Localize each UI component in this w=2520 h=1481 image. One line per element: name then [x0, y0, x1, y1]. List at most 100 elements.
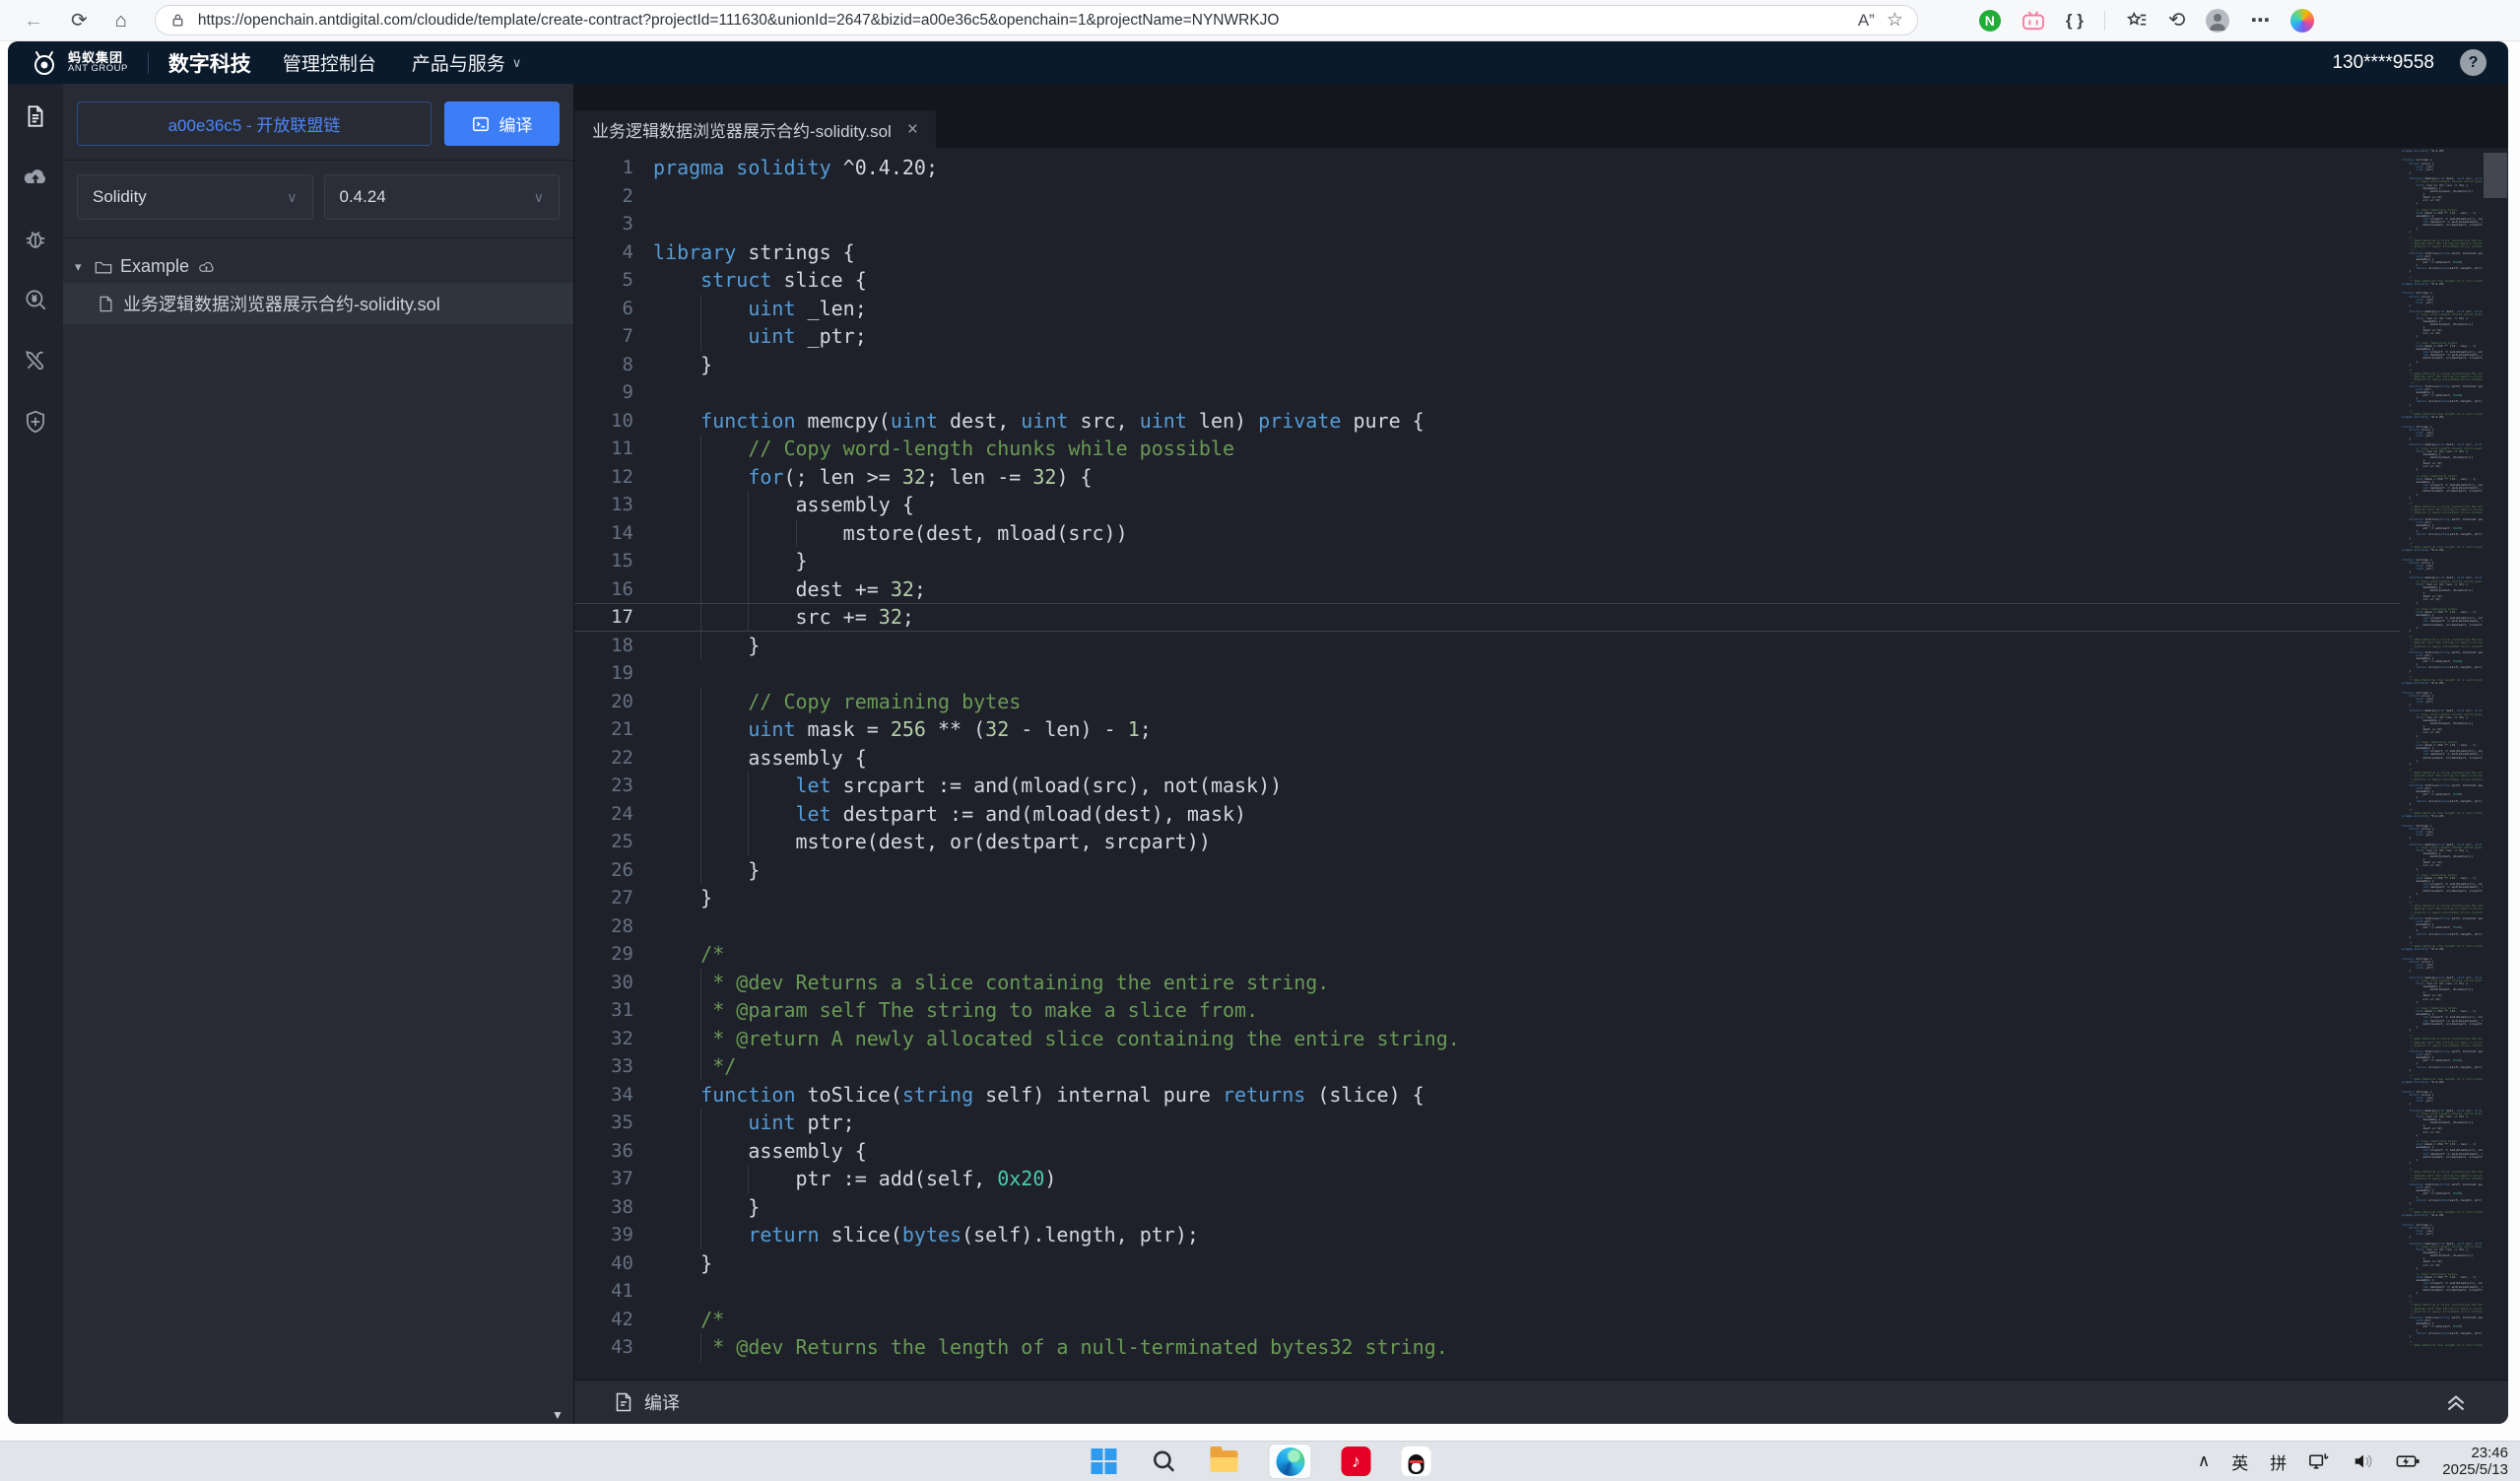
file-explorer-icon[interactable] — [1209, 1446, 1240, 1477]
code-line[interactable]: 12 for(; len >= 32; len -= 32) { — [574, 463, 2400, 492]
code-line[interactable]: 9 — [574, 378, 2400, 407]
code-line[interactable]: 13 assembly { — [574, 491, 2400, 519]
url-text[interactable]: https://openchain.antdigital.com/cloudid… — [198, 12, 1846, 30]
more-menu-icon[interactable]: ⋯ — [2250, 11, 2270, 31]
code-line[interactable]: 6 uint _len; — [574, 295, 2400, 323]
code-line[interactable]: 5 struct slice { — [574, 266, 2400, 295]
code-line[interactable]: 14 mstore(dest, mload(src)) — [574, 519, 2400, 548]
copilot-icon[interactable] — [2290, 9, 2314, 33]
refresh-icon[interactable]: ⟳ — [71, 11, 88, 31]
address-bar[interactable]: https://openchain.antdigital.com/cloudid… — [155, 5, 1918, 35]
code-line[interactable]: 24 let destpart := and(mload(dest), mask… — [574, 800, 2400, 829]
bilibili-extension-icon[interactable] — [2022, 11, 2045, 31]
files-icon[interactable] — [23, 103, 48, 129]
code-line[interactable]: 42 /* — [574, 1306, 2400, 1334]
battery-icon[interactable] — [2396, 1452, 2421, 1470]
code-line[interactable]: 1pragma solidity ^0.4.20; — [574, 154, 2400, 182]
tools-icon[interactable] — [23, 348, 48, 373]
qq-icon[interactable] — [1401, 1446, 1432, 1477]
code-line[interactable]: 23 let srcpart := and(mload(src), not(ma… — [574, 772, 2400, 800]
menu-products[interactable]: 产品与服务 ∨ — [412, 49, 522, 76]
code-line[interactable]: 28 — [574, 912, 2400, 941]
edge-browser-icon[interactable] — [1269, 1444, 1312, 1479]
tray-chevron-icon[interactable]: ∧ — [2198, 1451, 2210, 1471]
extension-n-icon[interactable]: N — [1979, 10, 2001, 32]
cloud-upload-small-icon[interactable] — [197, 259, 216, 274]
back-icon[interactable]: ← — [24, 11, 43, 31]
language-select[interactable]: Solidity ∨ — [77, 174, 313, 220]
code-line[interactable]: 32 * @return A newly allocated slice con… — [574, 1025, 2400, 1053]
code-line[interactable]: 18 } — [574, 632, 2400, 660]
profile-avatar[interactable] — [2206, 9, 2229, 33]
search-icon[interactable] — [1149, 1446, 1180, 1477]
clock[interactable]: 23:46 2025/5/13 — [2442, 1445, 2508, 1478]
scan-bug-icon[interactable] — [23, 287, 48, 312]
editor-scrollbar[interactable] — [2483, 148, 2508, 1380]
tray-date: 2025/5/13 — [2442, 1461, 2508, 1478]
code-editor[interactable]: 1pragma solidity ^0.4.20;234library stri… — [574, 148, 2508, 1380]
ime-mode[interactable]: 拼 — [2270, 1449, 2287, 1474]
code-line[interactable]: 34 function toSlice(string self) interna… — [574, 1081, 2400, 1110]
code-line[interactable]: 43 * @dev Returns the length of a null-t… — [574, 1333, 2400, 1362]
user-phone[interactable]: 130****9558 — [2332, 52, 2434, 74]
menu-console[interactable]: 管理控制台 — [283, 49, 376, 76]
ime-language[interactable]: 英 — [2231, 1449, 2248, 1474]
history-icon[interactable]: ⟲ — [2168, 10, 2186, 31]
code-line[interactable]: 15 } — [574, 547, 2400, 575]
terminal-icon — [472, 115, 490, 133]
close-icon[interactable]: × — [907, 120, 918, 139]
tree-file-contract[interactable]: 业务逻辑数据浏览器展示合约-solidity.sol — [63, 283, 573, 324]
scrollbar-thumb[interactable] — [2484, 153, 2507, 198]
code-line[interactable]: 30 * @dev Returns a slice containing the… — [574, 969, 2400, 997]
tree-folder-example[interactable]: ▾ Example — [63, 250, 573, 283]
expand-panel-icon[interactable] — [2443, 1391, 2469, 1413]
code-line[interactable]: 37 ptr := add(self, 0x20) — [574, 1165, 2400, 1193]
code-line[interactable]: 7 uint _ptr; — [574, 322, 2400, 351]
minimap[interactable]: pragma solidity ^0.4.20;library strings … — [2402, 150, 2483, 1380]
code-line[interactable]: 4library strings { — [574, 238, 2400, 267]
help-icon[interactable]: ? — [2460, 49, 2487, 76]
code-line[interactable]: 25 mstore(dest, or(destpart, srcpart)) — [574, 828, 2400, 856]
code-line[interactable]: 8 } — [574, 351, 2400, 379]
code-line[interactable]: 16 dest += 32; — [574, 575, 2400, 604]
code-line[interactable]: 33 */ — [574, 1052, 2400, 1081]
version-select[interactable]: 0.4.24 ∨ — [324, 174, 561, 220]
code-line[interactable]: 22 assembly { — [574, 744, 2400, 773]
code-line[interactable]: 36 assembly { — [574, 1137, 2400, 1166]
code-line[interactable]: 31 * @param self The string to make a sl… — [574, 996, 2400, 1025]
windows-taskbar: ♪ ∧ 英 拼 23:46 2025/5/13 — [0, 1441, 2520, 1481]
code-line[interactable]: 19 — [574, 659, 2400, 688]
netease-music-icon[interactable]: ♪ — [1341, 1446, 1372, 1477]
code-line[interactable]: 10 function memcpy(uint dest, uint src, … — [574, 407, 2400, 436]
editor-tab[interactable]: 业务逻辑数据浏览器展示合约-solidity.sol × — [574, 110, 936, 148]
compile-output-bar[interactable]: 编译 — [574, 1380, 2508, 1424]
chain-select-button[interactable]: a00e36c5 - 开放联盟链 — [77, 101, 431, 146]
compile-button[interactable]: 编译 — [444, 101, 560, 146]
code-line[interactable]: 41 — [574, 1277, 2400, 1306]
network-icon[interactable] — [2308, 1451, 2331, 1471]
code-line[interactable]: 40 } — [574, 1249, 2400, 1278]
security-shield-icon[interactable] — [23, 409, 48, 435]
favorite-star-icon[interactable]: ☆ — [1887, 11, 1903, 30]
code-line[interactable]: 27 } — [574, 884, 2400, 912]
code-line[interactable]: 11 // Copy word-length chunks while poss… — [574, 435, 2400, 463]
code-line[interactable]: 20 // Copy remaining bytes — [574, 688, 2400, 716]
braces-extension-icon[interactable]: { } — [2066, 12, 2084, 29]
cloud-upload-icon[interactable] — [22, 165, 49, 190]
code-line[interactable]: 29 /* — [574, 940, 2400, 969]
debug-bug-icon[interactable] — [23, 226, 48, 251]
code-line[interactable]: 21 uint mask = 256 ** (32 - len) - 1; — [574, 715, 2400, 744]
code-line[interactable]: 38 } — [574, 1193, 2400, 1222]
sash-arrow[interactable]: ▼ — [552, 1408, 564, 1422]
code-line[interactable]: 3 — [574, 210, 2400, 238]
code-line[interactable]: 35 uint ptr; — [574, 1109, 2400, 1137]
volume-icon[interactable] — [2353, 1451, 2374, 1471]
collections-icon[interactable] — [2126, 10, 2148, 32]
code-line[interactable]: 2 — [574, 182, 2400, 211]
code-line[interactable]: 26 } — [574, 856, 2400, 885]
start-button[interactable] — [1089, 1446, 1120, 1477]
code-line[interactable]: 39 return slice(bytes(self).length, ptr)… — [574, 1221, 2400, 1249]
home-icon[interactable]: ⌂ — [115, 11, 127, 31]
code-line[interactable]: 17 src += 32; — [574, 603, 2400, 632]
read-aloud-icon[interactable]: A” — [1858, 12, 1875, 29]
